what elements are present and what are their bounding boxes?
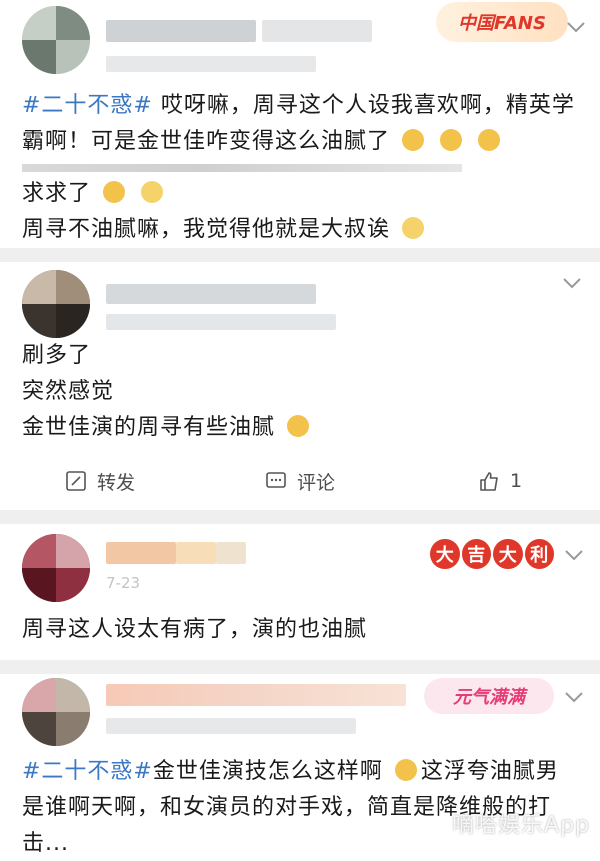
- comment-icon: [266, 472, 286, 488]
- emoji-icon: [440, 129, 463, 151]
- emoji-icon: [141, 181, 164, 203]
- post-meta-blurred: [106, 718, 356, 734]
- avatar[interactable]: [22, 270, 90, 338]
- post-text: #二十不惑# 哎呀嘛，周寻这个人设我喜欢啊，精英学 霸啊！可是金世佳咋变得这么油…: [22, 93, 575, 154]
- emoji-icon: [103, 181, 126, 203]
- avatar[interactable]: [22, 534, 90, 602]
- post-5: 元气满满 #二十不惑#金世佳演技怎么这样啊 这浮夸油腻男 是谁啊天啊，和女演员的…: [0, 674, 600, 861]
- post-3: 刷多了 突然感觉 金世佳演的周寻有些油腻 转发 评论 1: [0, 262, 600, 510]
- emoji-icon: [478, 129, 501, 151]
- username-blurred[interactable]: [106, 284, 316, 304]
- post-text: 刷多了 突然感觉 金世佳演的周寻有些油腻: [22, 338, 582, 446]
- lucky-badge: 大 吉 大 利: [430, 536, 554, 572]
- avatar[interactable]: [22, 6, 90, 74]
- post-4: 7-23 大 吉 大 利 周寻这人设太有病了，演的也油腻: [0, 524, 600, 660]
- chevron-down-icon[interactable]: [564, 690, 584, 704]
- post-meta-blurred: [106, 314, 336, 330]
- hashtag-link[interactable]: #二十不惑#: [22, 93, 153, 118]
- comment-button[interactable]: 评论: [200, 456, 400, 506]
- separator: [0, 660, 600, 674]
- hashtag-link[interactable]: #二十不惑#: [22, 759, 153, 784]
- username-blurred[interactable]: [106, 542, 176, 564]
- separator: [0, 510, 600, 524]
- chevron-down-icon[interactable]: [562, 276, 582, 290]
- action-bar: 转发 评论 1: [0, 456, 600, 506]
- chevron-down-icon[interactable]: [566, 20, 586, 34]
- username-blurred: [262, 20, 372, 42]
- post-2: 求求了 周寻不油腻嘛，我觉得他就是大叔诶: [0, 172, 600, 248]
- emoji-icon: [402, 129, 425, 151]
- watermark: 嘀嗒娱乐App: [452, 813, 590, 838]
- post-meta-blurred: [106, 56, 316, 72]
- post-text: 求求了 周寻不油腻嘛，我觉得他就是大叔诶: [22, 176, 582, 248]
- separator: [0, 248, 600, 262]
- post-1: 中国FANS #二十不惑# 哎呀嘛，周寻这个人设我喜欢啊，精英学 霸啊！可是金世…: [0, 0, 600, 172]
- laugh-emoji-icon: [287, 415, 310, 437]
- clipped-reply-line: [22, 164, 462, 172]
- username-blurred: [176, 542, 216, 564]
- avatar[interactable]: [22, 678, 90, 746]
- username-blurred: [216, 542, 246, 564]
- energy-badge: 元气满满: [424, 678, 554, 714]
- chevron-down-icon[interactable]: [564, 548, 584, 562]
- like-button[interactable]: 1: [400, 456, 600, 506]
- grin-emoji-icon: [394, 759, 417, 781]
- share-icon: [66, 471, 86, 491]
- thumbs-up-icon: [480, 472, 498, 491]
- fans-badge: 中国FANS: [436, 2, 568, 42]
- post-date: 7-23: [106, 574, 141, 592]
- username-blurred[interactable]: [106, 684, 406, 706]
- post-text: 周寻这人设太有病了，演的也油腻: [22, 617, 368, 642]
- username-blurred[interactable]: [106, 20, 256, 42]
- repost-button[interactable]: 转发: [0, 456, 200, 506]
- emoji-icon: [402, 217, 425, 239]
